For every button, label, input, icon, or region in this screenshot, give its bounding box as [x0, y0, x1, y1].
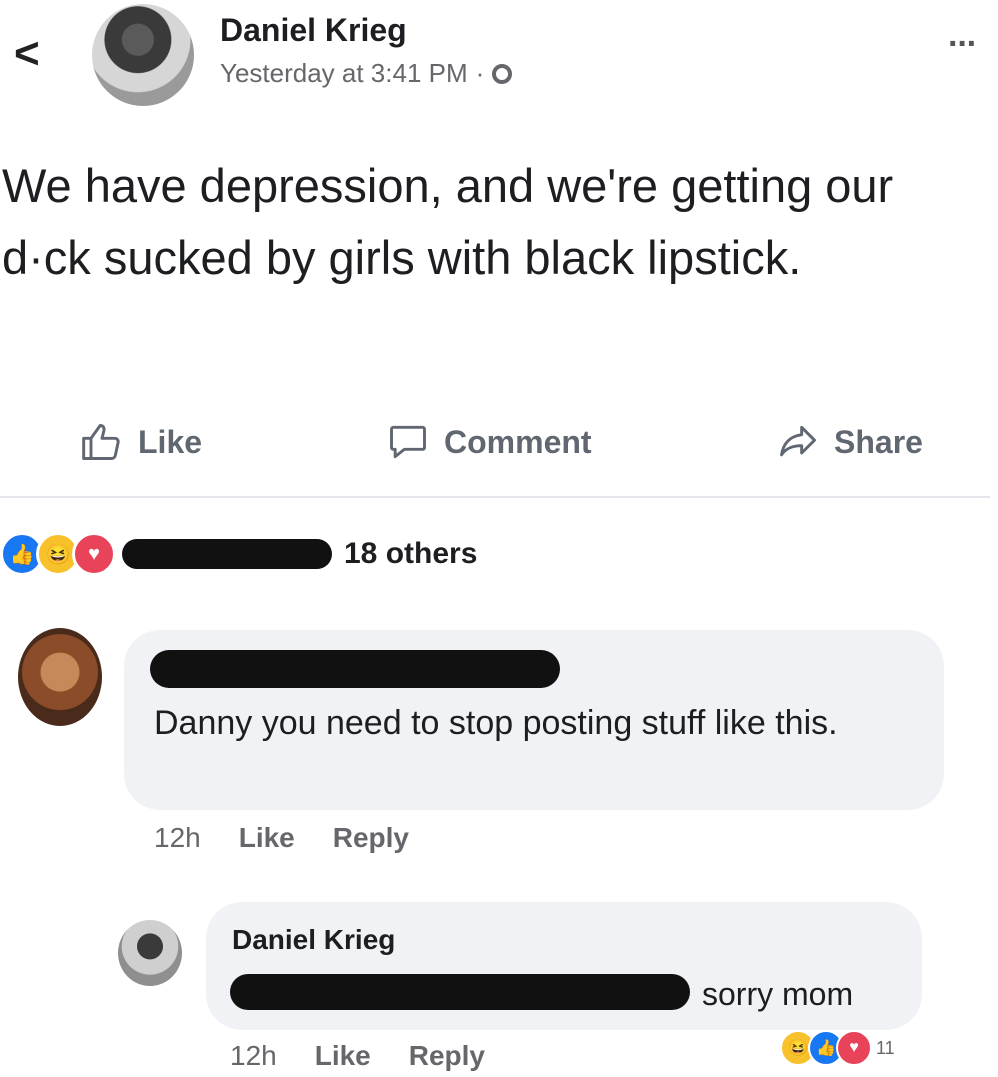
share-button[interactable]: Share — [776, 420, 923, 464]
meta-separator: · — [475, 58, 485, 88]
share-label: Share — [834, 423, 923, 460]
post-author-name[interactable]: Daniel Krieg — [220, 12, 407, 49]
redacted-commenter-name — [150, 650, 560, 688]
thumbs-up-icon — [82, 424, 120, 460]
comment-reply-button[interactable]: Reply — [333, 822, 409, 854]
reply-like-button[interactable]: Like — [315, 1040, 371, 1072]
reply-reply-button[interactable]: Reply — [409, 1040, 485, 1072]
redacted-names — [122, 539, 332, 569]
reply-bubble: Daniel Krieg sorry mom — [206, 902, 922, 1030]
reply-reaction-count: 11 — [876, 1037, 895, 1058]
comment-text: Danny you need to stop posting stuff lik… — [154, 704, 838, 742]
love-reaction-icon: ♥ — [836, 1030, 872, 1066]
reply-author-name[interactable]: Daniel Krieg — [232, 924, 395, 956]
reply-meta: 12h Like Reply — [230, 1040, 485, 1072]
post-action-bar: Like Comment Share — [0, 420, 998, 480]
reply-text: sorry mom — [702, 976, 854, 1012]
comment-like-button[interactable]: Like — [239, 822, 295, 854]
privacy-gear-icon — [492, 63, 513, 84]
action-divider — [0, 496, 990, 498]
love-reaction-icon: ♥ — [72, 532, 116, 576]
comment-meta: 12h Like Reply — [154, 822, 409, 854]
reply-reactions[interactable]: 😆 👍 ♥ 11 — [780, 1030, 895, 1066]
like-label: Like — [138, 423, 203, 460]
post-timestamp[interactable]: Yesterday at 3:41 PM — [220, 58, 468, 89]
more-options-button[interactable]: ··· — [948, 27, 978, 61]
back-button[interactable]: < — [14, 32, 40, 76]
like-button[interactable]: Like — [80, 420, 202, 464]
comment-label: Comment — [444, 423, 592, 460]
comment-button[interactable]: Comment — [386, 420, 592, 464]
reaction-others-count[interactable]: 18 others — [344, 537, 477, 571]
post-meta: Yesterday at 3:41 PM · — [220, 58, 513, 89]
comment-bubble: Danny you need to stop posting stuff lik… — [124, 630, 944, 810]
commenter-avatar[interactable] — [18, 628, 102, 726]
redacted-reply-text — [230, 974, 690, 1010]
reply-time: 12h — [230, 1040, 277, 1071]
reactions-summary[interactable]: 👍 😆 ♥ 18 others — [0, 530, 477, 578]
comment-time: 12h — [154, 822, 201, 853]
author-avatar[interactable] — [92, 4, 194, 106]
share-arrow-icon — [780, 425, 816, 457]
post-text: We have depression, and we're getting ou… — [2, 159, 894, 284]
reply-author-avatar[interactable] — [118, 920, 182, 986]
comment-bubble-icon — [390, 425, 426, 459]
